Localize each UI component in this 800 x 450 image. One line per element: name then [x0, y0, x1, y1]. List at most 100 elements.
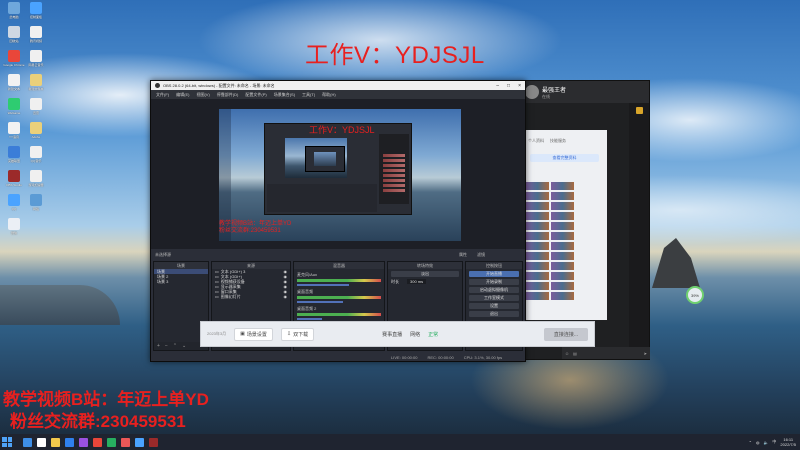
tab-skills[interactable]: 技能服务 [550, 138, 566, 144]
download-button[interactable]: ⇩ 双下载 [280, 327, 315, 341]
desktop-shortcut[interactable]: QQ音乐 [22, 146, 50, 163]
up-icon[interactable]: ⌃ [173, 343, 177, 349]
taskbar-app-icon[interactable] [23, 437, 32, 447]
hero-card[interactable] [551, 292, 574, 300]
menu-item[interactable]: 编辑(E) [176, 92, 189, 98]
taskbar-app-icon[interactable] [149, 437, 158, 447]
filters-button[interactable]: 滤镜 [477, 252, 485, 258]
menu-item[interactable]: 文件(F) [156, 92, 169, 98]
hero-card[interactable] [551, 182, 574, 190]
desktop-shortcut[interactable]: 新建文件夹 [22, 74, 50, 91]
taskbar-app-icon[interactable] [37, 437, 46, 447]
taskbar-app-icon[interactable] [135, 437, 144, 447]
volume-slider[interactable] [297, 318, 323, 320]
obs-window[interactable]: OBS 28.0.2 (64-bit, windows) - 配置文件: 未命名… [150, 80, 526, 362]
hero-card[interactable] [526, 192, 549, 200]
desktop-shortcut[interactable]: Adobe [22, 122, 50, 139]
desktop-shortcut[interactable]: 迅雷 [22, 98, 50, 115]
hero-card[interactable] [526, 262, 549, 270]
hero-card[interactable] [526, 232, 549, 240]
hero-card[interactable] [526, 182, 549, 190]
taskbar-app-icon[interactable] [121, 437, 130, 447]
avatar[interactable] [525, 85, 539, 99]
ime-icon[interactable]: 中 [772, 439, 776, 445]
hero-card[interactable] [551, 202, 574, 210]
control-button[interactable]: 开始直播 [469, 271, 519, 277]
network-icon[interactable]: ◍ [756, 440, 760, 445]
event-live-label[interactable]: 赛事直播 [382, 331, 402, 338]
taskbar-app-icon[interactable] [79, 437, 88, 447]
taskbar-app-icon[interactable] [51, 437, 60, 447]
desktop-shortcut[interactable]: 网易云音乐 [22, 50, 50, 67]
source-item[interactable]: ▭ 图像幻灯片 ◉ [212, 294, 290, 300]
app-icon [30, 146, 42, 158]
hero-card[interactable] [551, 252, 574, 260]
desktop-shortcut[interactable]: 控制面板 [22, 2, 50, 19]
hero-card[interactable] [526, 272, 549, 280]
menu-item[interactable]: 视图(V) [196, 92, 209, 98]
hero-card[interactable] [551, 222, 574, 230]
hero-card[interactable] [551, 262, 574, 270]
clock[interactable]: 16:11 2022/7/5 [780, 437, 796, 447]
scene-settings-button[interactable]: ▣ 场景设置 [234, 327, 273, 341]
menu-item[interactable]: 停靠部件(D) [217, 92, 239, 98]
control-button[interactable]: 设置 [469, 303, 519, 309]
volume-icon[interactable]: 🔈 [763, 440, 768, 445]
desktop-shortcut[interactable]: 腾讯视频 [22, 26, 50, 43]
control-button[interactable]: 工作室模式 [469, 295, 519, 301]
audio-meter [297, 279, 381, 282]
scene-item[interactable]: 场景 3 [154, 279, 208, 284]
hero-card[interactable] [551, 232, 574, 240]
gold-badge-icon[interactable] [635, 107, 643, 114]
start-icon[interactable] [2, 437, 12, 447]
hero-card[interactable] [551, 282, 574, 290]
menu-item[interactable]: 帮助(H) [322, 92, 336, 98]
properties-button[interactable]: 属性 [459, 252, 467, 258]
volume-slider[interactable] [297, 284, 350, 286]
hero-card[interactable] [551, 192, 574, 200]
menu-item[interactable]: 配置文件(P) [245, 92, 266, 98]
desktop-shortcut[interactable]: 微信 [0, 218, 28, 235]
minimize-icon[interactable]: – [496, 83, 499, 89]
hero-card[interactable] [526, 222, 549, 230]
taskbar-app-icon[interactable] [107, 437, 116, 447]
folder-icon[interactable]: ▤ [573, 351, 577, 356]
hero-card[interactable] [526, 282, 549, 290]
hero-card[interactable] [551, 272, 574, 280]
hero-card[interactable] [526, 242, 549, 250]
taskbar-app-icon[interactable] [65, 437, 74, 447]
hero-card[interactable] [551, 212, 574, 220]
transition-select[interactable]: 淡出 [391, 271, 459, 277]
tab-profile[interactable]: 个人资料 [528, 138, 544, 144]
remove-icon[interactable]: − [165, 343, 168, 349]
hero-card[interactable] [526, 292, 549, 300]
hero-card[interactable] [526, 252, 549, 260]
hero-card[interactable] [526, 212, 549, 220]
visibility-eye-icon[interactable]: ◉ [284, 294, 288, 299]
taskbar-app-icon[interactable] [93, 437, 102, 447]
network-speed-badge[interactable]: 39% [686, 286, 704, 304]
send-icon[interactable]: ➤ [644, 351, 647, 356]
emoji-icon[interactable]: ☺ [565, 351, 569, 356]
maximize-icon[interactable]: □ [507, 83, 510, 89]
connect-button[interactable]: 直接连接... [543, 327, 588, 341]
add-icon[interactable]: + [157, 343, 160, 349]
desktop-shortcut[interactable]: 网络 [22, 194, 50, 211]
hero-card[interactable] [526, 202, 549, 210]
volume-slider[interactable] [297, 301, 344, 303]
control-button[interactable]: 开始录制 [469, 279, 519, 285]
up-arrow-icon[interactable]: ⌃ [749, 440, 752, 445]
down-icon[interactable]: ⌄ [182, 343, 186, 349]
control-button[interactable]: 启动虚拟摄像机 [469, 287, 519, 293]
control-button[interactable]: 退出 [469, 311, 519, 317]
duration-input[interactable]: 300 ms [407, 279, 427, 284]
obs-preview[interactable]: 工作V：YDJSJL 教学视频B站：年迈上单YD 粉丝交流群:230459531 [219, 109, 461, 241]
desktop-shortcut[interactable]: 游戏加速器 [22, 170, 50, 187]
chat-input-bar[interactable]: ☺ ▤ ➤ [562, 347, 650, 359]
menu-item[interactable]: 场景集合(S) [274, 92, 295, 98]
menu-item[interactable]: 工具(T) [302, 92, 315, 98]
desktop-shortcut-label: 网络 [32, 207, 39, 211]
hero-card[interactable] [551, 242, 574, 250]
view-profile-button[interactable]: 查看完整资料 [530, 154, 599, 162]
close-icon[interactable]: × [518, 83, 521, 89]
